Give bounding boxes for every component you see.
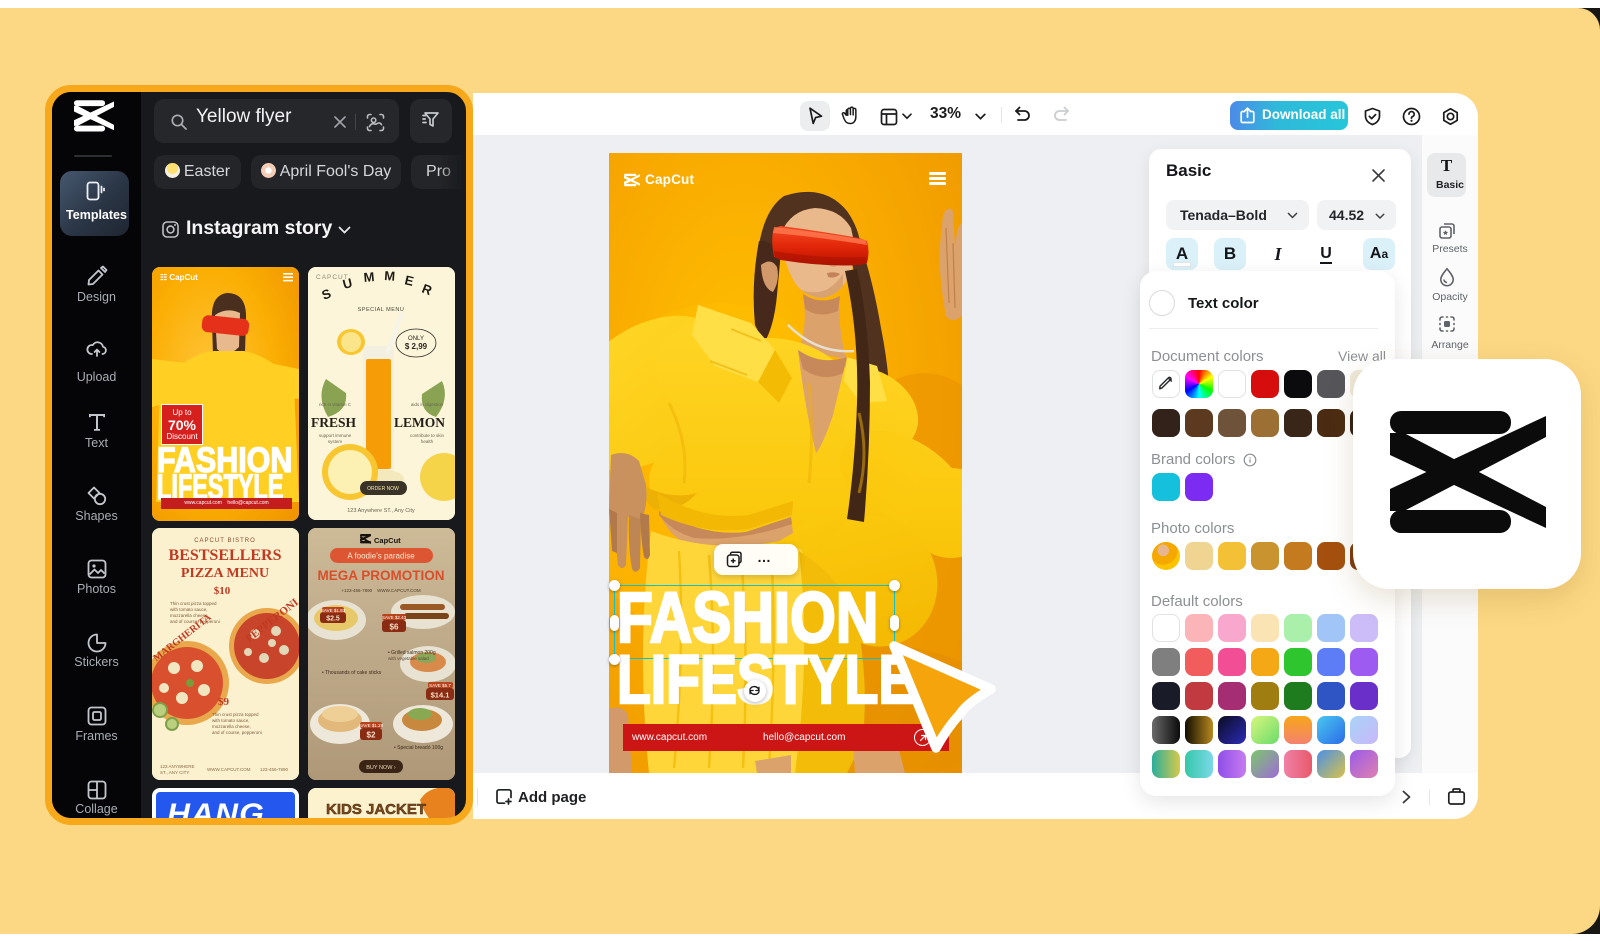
svg-text:123-456-7890: 123-456-7890	[260, 767, 289, 772]
svg-text:with tomato sauce,: with tomato sauce,	[170, 607, 208, 612]
svg-text:SPECIAL MENU: SPECIAL MENU	[358, 307, 405, 313]
svg-text:$9: $9	[218, 696, 230, 708]
svg-text:Thin crust pizza topped: Thin crust pizza topped	[212, 712, 259, 717]
svg-text:PIZZA MENU: PIZZA MENU	[181, 566, 269, 581]
svg-text:SAVE $5.7: SAVE $5.7	[429, 683, 451, 688]
svg-text:BESTSELLERS: BESTSELLERS	[169, 547, 282, 564]
svg-text:FRESH: FRESH	[311, 415, 357, 430]
svg-text:$14.1: $14.1	[431, 691, 450, 700]
svg-text:with vegetable salad: with vegetable salad	[388, 656, 429, 661]
svg-text:+123-456-7890 WWW.CAPCUT.CO: +123-456-7890 WWW.CAPCUT.COM	[341, 588, 420, 593]
svg-text:$10: $10	[214, 585, 231, 597]
svg-text:$6: $6	[390, 623, 399, 632]
svg-text:• Thousands of cake sticks: • Thousands of cake sticks	[322, 670, 382, 676]
svg-text:contribute to skin: contribute to skin	[410, 433, 445, 438]
svg-text:ORDER NOW: ORDER NOW	[367, 486, 399, 492]
svg-text:ST., ANY CITY: ST., ANY CITY	[160, 770, 189, 775]
svg-text:M: M	[363, 269, 375, 285]
svg-text:$2: $2	[367, 731, 376, 740]
svg-text:SAVE $1.28: SAVE $1.28	[359, 723, 384, 728]
svg-text:Thin crust pizza topped: Thin crust pizza topped	[170, 601, 217, 606]
svg-text:$ 2,99: $ 2,99	[405, 342, 428, 351]
svg-text:and of course, pepperoni: and of course, pepperoni	[212, 730, 262, 735]
svg-text:aids in digestion: aids in digestion	[411, 402, 444, 407]
svg-text:support immune: support immune	[319, 433, 352, 438]
svg-text:mozzarella cheese,: mozzarella cheese,	[212, 724, 251, 729]
svg-text:health: health	[421, 439, 434, 444]
svg-text:CAPCUT BISTRO: CAPCUT BISTRO	[194, 538, 256, 544]
svg-text:A foodie's paradise: A foodie's paradise	[347, 552, 415, 561]
svg-text:$2.5: $2.5	[326, 616, 340, 623]
svg-text:123 ANYWHERE: 123 ANYWHERE	[160, 764, 195, 769]
svg-text:☷ CapCut: ☷ CapCut	[160, 273, 198, 282]
svg-text:SAVE $1.93: SAVE $1.93	[321, 608, 346, 613]
svg-text:LEMON: LEMON	[394, 415, 445, 430]
svg-text:with tomato sauce,: with tomato sauce,	[212, 718, 250, 723]
svg-text:KIDS JACKET: KIDS JACKET	[326, 801, 426, 818]
svg-text:CapCut: CapCut	[374, 536, 401, 545]
svg-text:WWW.CAPCUT.COM: WWW.CAPCUT.COM	[207, 767, 251, 772]
svg-text:SAVE $2.43: SAVE $2.43	[382, 615, 407, 620]
svg-text:system: system	[328, 439, 343, 444]
svg-text:123 Anywhere ST., Any City: 123 Anywhere ST., Any City	[347, 508, 415, 514]
svg-text:BUY NOW ›: BUY NOW ›	[366, 765, 396, 771]
svg-text:rich in vitamin C: rich in vitamin C	[319, 402, 352, 407]
svg-text:M: M	[384, 268, 396, 284]
svg-text:• Special breadó 100g: • Special breadó 100g	[394, 745, 443, 751]
svg-text:MEGA PROMOTION: MEGA PROMOTION	[318, 568, 445, 583]
